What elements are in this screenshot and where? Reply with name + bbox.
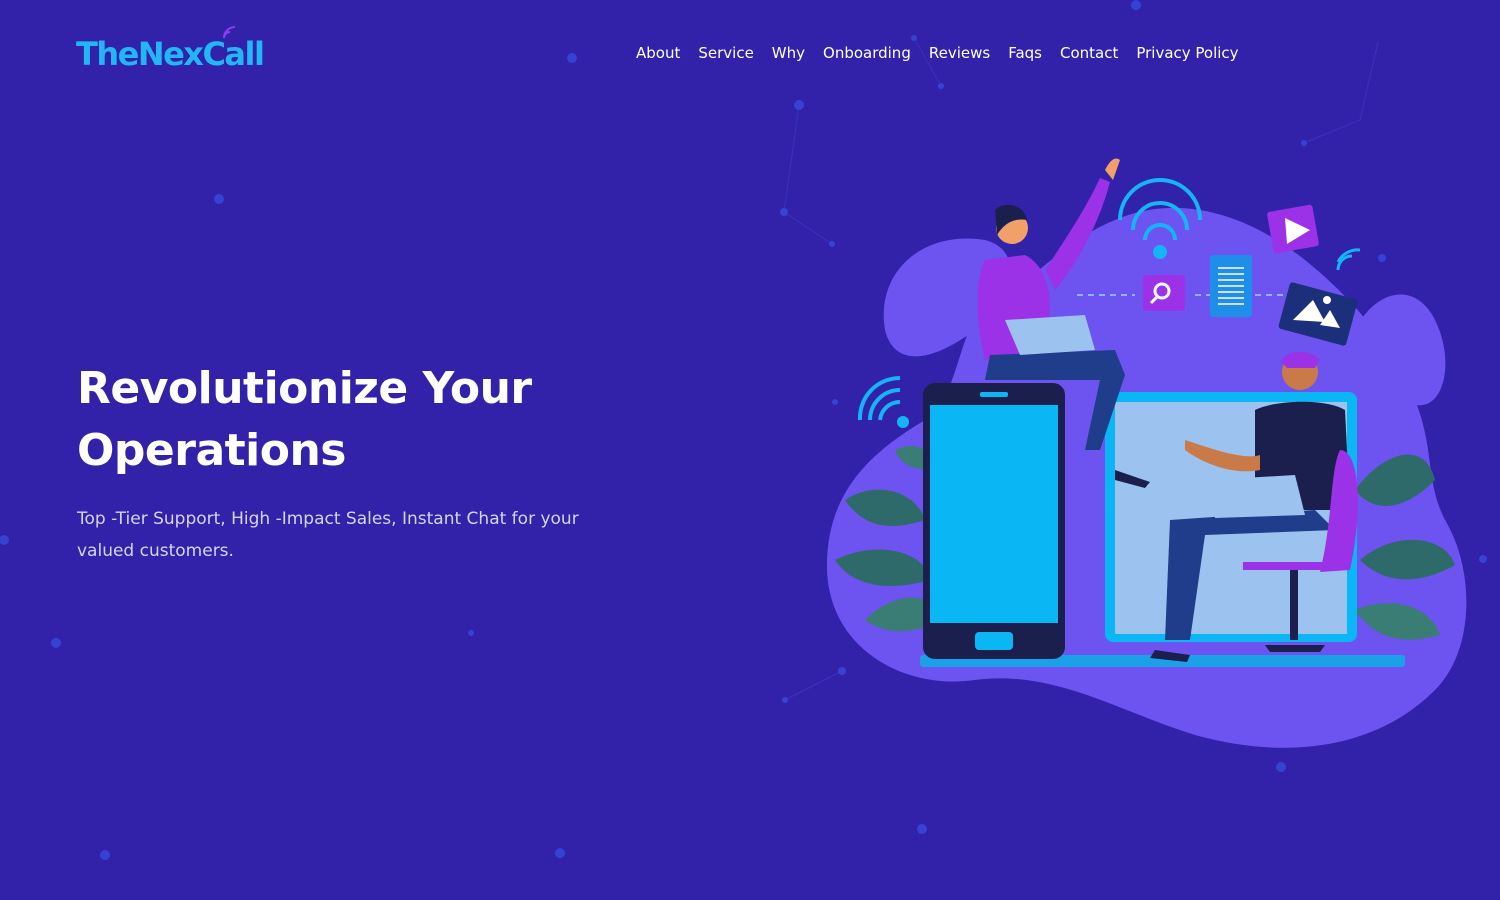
nav-contact[interactable]: Contact (1060, 42, 1118, 64)
wifi-icon-small (1336, 248, 1361, 271)
wifi-icon (857, 375, 901, 421)
play-icon (1267, 204, 1319, 254)
hero-title: Revolutionize Your Operations (77, 363, 532, 476)
brand-logo[interactable]: TheNexCall (76, 26, 265, 76)
top-navigation: About Service Why Onboarding Reviews Faq… (636, 42, 1257, 64)
document-icon (1210, 255, 1252, 317)
nav-about[interactable]: About (636, 42, 680, 64)
nav-reviews[interactable]: Reviews (929, 42, 990, 64)
nav-faqs[interactable]: Faqs (1008, 42, 1042, 64)
search-icon (1143, 275, 1185, 311)
logo-signal-icon (223, 26, 236, 39)
nav-why[interactable]: Why (772, 42, 805, 64)
hero-illustration (826, 158, 1467, 748)
nav-onboarding[interactable]: Onboarding (823, 42, 911, 64)
nav-service[interactable]: Service (698, 42, 753, 64)
nav-privacy-policy[interactable]: Privacy Policy (1136, 42, 1238, 64)
hero-subtitle: Top -Tier Support, High -Impact Sales, I… (77, 509, 579, 561)
